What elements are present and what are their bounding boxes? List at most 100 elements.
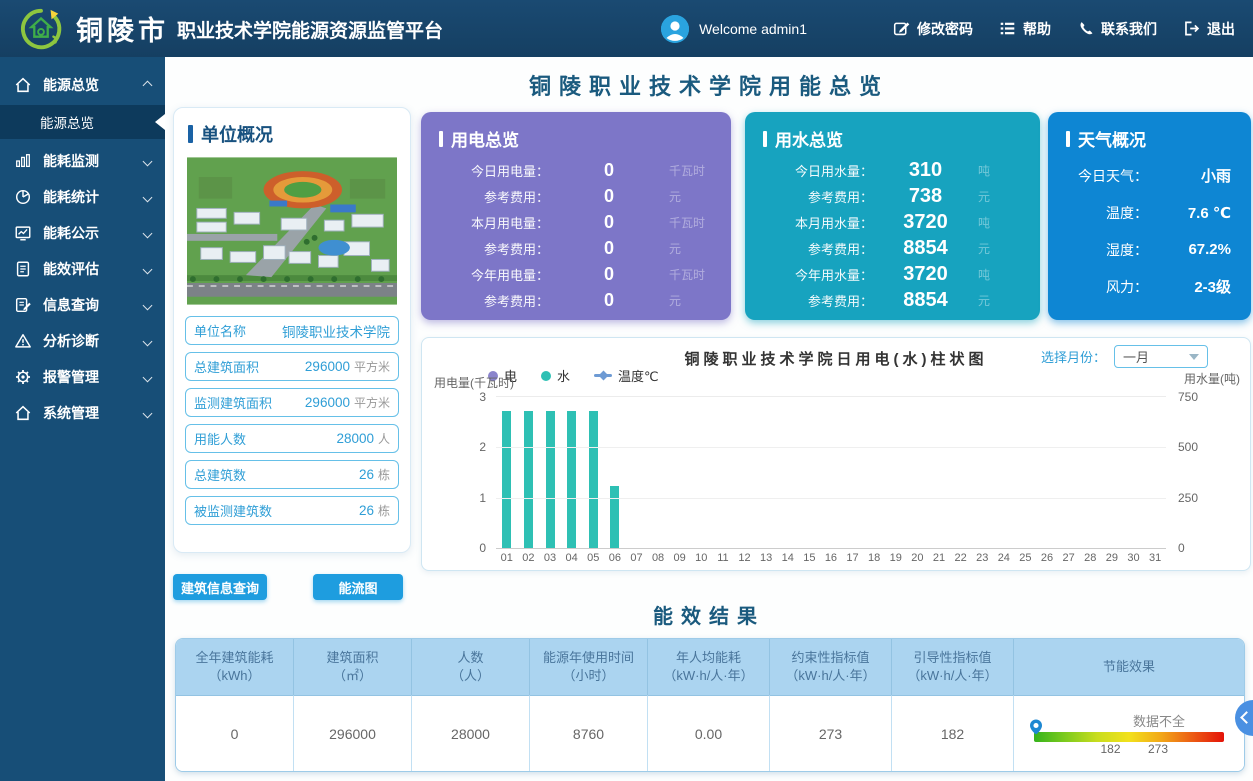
x-axis-label: 25 — [1015, 552, 1037, 564]
sidebar-subitem-energy-overview-active[interactable]: 能源总览 — [0, 105, 165, 139]
legend-label: 温度℃ — [618, 366, 659, 385]
sidebar-item-analysis-diagnosis[interactable]: 分析诊断 — [0, 323, 165, 359]
sidebar-item-energy-publicity[interactable]: 能耗公示 — [0, 215, 165, 251]
bar-slot — [561, 397, 583, 548]
contact-us-button[interactable]: 联系我们 — [1077, 19, 1157, 39]
bar-slot — [647, 397, 669, 548]
table-cell: 28000 — [412, 695, 530, 772]
contact-us-label: 联系我们 — [1101, 19, 1157, 39]
weather-card-title: 天气概况 — [1078, 126, 1146, 151]
unit-overview-card: 单位概况 — [173, 107, 411, 553]
col-title: 约束性指标值 — [791, 649, 869, 667]
unit-fields: 单位名称 铜陵职业技术学院 总建筑面积 296000 平方米 监测建筑面积 29… — [185, 316, 399, 525]
title-accent-bar — [763, 131, 767, 147]
sidebar-item-energy-monitoring[interactable]: 能耗监测 — [0, 143, 165, 179]
electricity-overview-card: 用电总览 今日用电量： 0 千瓦时 参考费用： 0 元 本月用电量： 0 千瓦时… — [421, 112, 731, 320]
x-axis-label: 09 — [669, 552, 691, 564]
y-axis-tick: 2 — [479, 440, 486, 454]
stat-unit: 千瓦时 — [669, 162, 731, 179]
brand-platform: 职业技术学院能源资源监管平台 — [177, 16, 443, 43]
x-axis-label: 03 — [539, 552, 561, 564]
field-label: 监测建筑面积 — [194, 393, 272, 412]
sidebar-label: 能效评估 — [43, 259, 99, 279]
sidebar-item-info-query[interactable]: 信息查询 — [0, 287, 165, 323]
help-button[interactable]: 帮助 — [999, 19, 1051, 39]
chevron-left-icon — [1240, 711, 1253, 724]
gridline — [496, 447, 1166, 448]
bar-slot — [820, 397, 842, 548]
bar-slot — [928, 397, 950, 548]
column-header: 节能效果 — [1014, 639, 1244, 695]
bar-slot — [539, 397, 561, 548]
efficiency-table-row: 0 296000 28000 8760 0.00 273 182 数据不全 18… — [176, 695, 1244, 772]
chevron-down-icon — [143, 156, 153, 166]
stat-row: 今日用电量： 0 千瓦时 — [421, 157, 731, 183]
user-icon — [661, 15, 689, 43]
weather-card-header: 天气概况 — [1066, 126, 1233, 151]
bar-slot — [518, 397, 540, 548]
avatar[interactable] — [661, 15, 689, 43]
title-accent-bar — [1066, 131, 1070, 147]
chevron-up-icon — [143, 80, 153, 90]
stat-value: 0 — [549, 186, 669, 207]
campus-aerial-image — [187, 156, 397, 306]
document-icon — [14, 260, 32, 278]
sidebar-item-system-management[interactable]: 系统管理 — [0, 395, 165, 431]
sidebar-label: 能耗监测 — [43, 151, 99, 171]
stat-unit: 元 — [978, 188, 1040, 205]
unit-card-header: 单位概况 — [188, 121, 396, 147]
stat-value: 8854 — [873, 289, 978, 312]
table-cell: 182 — [892, 695, 1014, 772]
stat-unit: 吨 — [978, 214, 1040, 231]
building-info-query-button[interactable]: 建筑信息查询 — [173, 574, 267, 600]
col-unit: （人） — [451, 667, 490, 685]
legend-temperature[interactable]: 温度℃ — [594, 366, 659, 385]
bar-chart-icon — [14, 152, 32, 170]
weather-row: 今日天气： 小雨 — [1048, 157, 1251, 194]
platform-logo-icon — [18, 6, 64, 52]
active-pointer-icon — [155, 114, 165, 130]
month-select-value: 一月 — [1123, 347, 1149, 366]
stat-row: 参考费用： 0 元 — [421, 235, 731, 261]
sidebar-label: 能耗统计 — [43, 187, 99, 207]
sidebar-item-efficiency-evaluation[interactable]: 能效评估 — [0, 251, 165, 287]
x-axis-label: 05 — [582, 552, 604, 564]
bar-slot — [863, 397, 885, 548]
col-unit: （小时） — [562, 667, 614, 685]
bar-slot — [885, 397, 907, 548]
x-axis-label: 11 — [712, 552, 734, 564]
monitor-chart-icon — [14, 224, 32, 242]
x-axis-label: 22 — [950, 552, 972, 564]
stat-row: 今年用水量： 3720 吨 — [745, 261, 1040, 287]
chart-plot: 3 2 1 0 750 500 250 0 — [496, 396, 1166, 549]
sidebar-item-energy-statistics[interactable]: 能耗统计 — [0, 179, 165, 215]
energy-flow-button[interactable]: 能流图 — [313, 574, 403, 600]
month-select[interactable]: 一月 — [1114, 345, 1208, 368]
help-label: 帮助 — [1023, 19, 1051, 39]
bar-slot — [734, 397, 756, 548]
field-total-area: 总建筑面积 296000 平方米 — [185, 352, 399, 381]
bar-slot — [799, 397, 821, 548]
change-password-button[interactable]: 修改密码 — [893, 19, 973, 39]
x-axis-label: 21 — [928, 552, 950, 564]
stat-value: 3720 — [873, 211, 978, 234]
sidebar-item-energy-overview[interactable]: 能源总览 — [0, 67, 165, 103]
efficiency-table-header: 全年建筑能耗 （kWh） 建筑面积 （㎡） 人数 （人） 能源年使用时间 （小时… — [176, 639, 1244, 695]
logout-button[interactable]: 退出 — [1183, 19, 1235, 39]
stat-value: 0 — [549, 160, 669, 181]
field-monitored-area: 监测建筑面积 296000 平方米 — [185, 388, 399, 417]
bar-slot — [993, 397, 1015, 548]
x-axis-label: 10 — [690, 552, 712, 564]
x-axis-label: 31 — [1144, 552, 1166, 564]
stat-unit: 千瓦时 — [669, 214, 731, 231]
warning-icon — [14, 332, 32, 350]
legend-water[interactable]: 水 — [541, 366, 570, 385]
weather-value: 小雨 — [1148, 165, 1231, 186]
water-card-header: 用水总览 — [763, 126, 1022, 151]
sidebar-item-alarm-management[interactable]: 报警管理 — [0, 359, 165, 395]
daily-usage-chart-panel: 铜陵职业技术学院日用电(水)柱状图 选择月份： 一月 电 水 温度℃ 用电量(千… — [421, 337, 1251, 571]
brand-city: 铜陵市 — [76, 9, 169, 48]
table-cell: 8760 — [530, 695, 648, 772]
gear-icon — [14, 368, 32, 386]
stat-label: 参考费用： — [421, 187, 549, 206]
